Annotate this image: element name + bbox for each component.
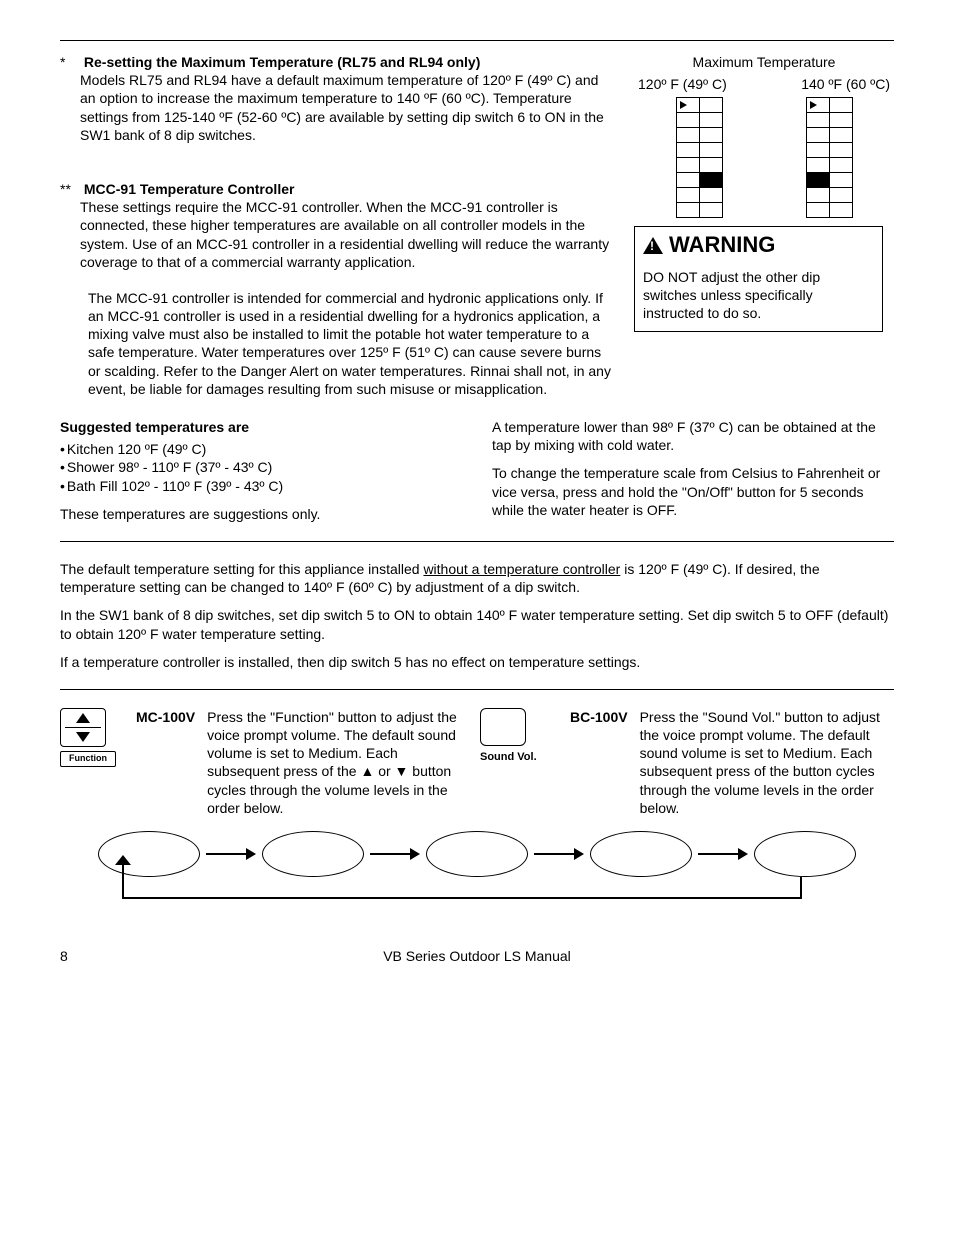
warning-box: WARNING DO NOT adjust the other dip swit…: [634, 226, 883, 331]
list-item: Kitchen 120 ºF (49º C): [60, 440, 462, 458]
mcc91-body2: The MCC-91 controller is intended for co…: [88, 289, 614, 398]
function-button-label: Function: [60, 751, 116, 767]
suggested-list: Kitchen 120 ºF (49º C) Shower 98º - 110º…: [60, 440, 462, 495]
default-temp-p3: If a temperature controller is installed…: [60, 653, 894, 671]
dip-left-label: 120º F (49º C): [638, 75, 727, 93]
bc100v-desc: Press the "Sound Vol." button to adjust …: [640, 708, 894, 817]
suggested-title: Suggested temperatures are: [60, 419, 249, 435]
marker-dstar: **: [60, 180, 80, 198]
mcc91-body1: These settings require the MCC-91 contro…: [80, 198, 614, 271]
page-number: 8: [60, 947, 90, 965]
footer-title: VB Series Outdoor LS Manual: [90, 947, 864, 965]
dip-right-label: 140 ºF (60 ºC): [801, 75, 890, 93]
triangle-down-icon: [76, 732, 90, 742]
resetting-title: Re-setting the Maximum Temperature (RL75…: [84, 54, 480, 70]
sound-vol-button-icon: [480, 708, 526, 746]
default-temp-p1: The default temperature setting for this…: [60, 560, 894, 596]
suggested-note: These temperatures are suggestions only.: [60, 505, 462, 523]
dip-title: Maximum Temperature: [634, 53, 894, 71]
bc100v-name: BC-100V: [570, 708, 628, 817]
dip-switch-diagram: [634, 97, 894, 218]
default-temp-p2: In the SW1 bank of 8 dip switches, set d…: [60, 606, 894, 642]
warning-heading: WARNING: [669, 231, 775, 260]
suggested-right-p2: To change the temperature scale from Cel…: [492, 464, 894, 519]
loop-back-arrow: [84, 877, 870, 917]
function-buttons-icon: [60, 708, 106, 747]
mcc91-title: MCC-91 Temperature Controller: [84, 181, 295, 197]
marker-star: *: [60, 53, 80, 71]
sound-vol-label: Sound Vol.: [480, 750, 550, 764]
list-item: Bath Fill 102º - 110º F (39º - 43º C): [60, 477, 462, 495]
warning-body: DO NOT adjust the other dip switches unl…: [635, 264, 882, 331]
mc100v-desc: Press the "Function" button to adjust th…: [207, 708, 460, 817]
warning-triangle-icon: [643, 237, 663, 254]
list-item: Shower 98º - 110º F (37º - 43º C): [60, 458, 462, 476]
suggested-right-p1: A temperature lower than 98º F (37º C) c…: [492, 418, 894, 454]
mc100v-name: MC-100V: [136, 708, 195, 817]
triangle-up-icon: [76, 713, 90, 723]
resetting-body: Models RL75 and RL94 have a default maxi…: [80, 71, 614, 144]
volume-cycle-diagram: [60, 831, 894, 877]
